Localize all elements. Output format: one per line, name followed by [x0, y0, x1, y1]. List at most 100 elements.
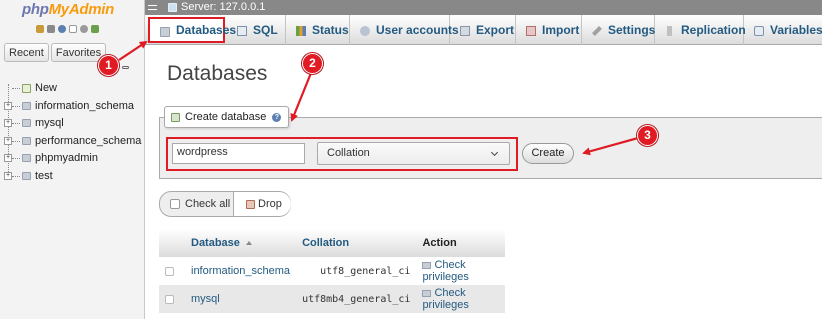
- check-privileges-link[interactable]: Check privileges: [416, 285, 505, 313]
- tree-item-label: performance_schema: [35, 134, 142, 147]
- tree-item-mysql[interactable]: + mysql: [4, 115, 141, 133]
- tab-label: SQL: [253, 23, 278, 37]
- create-button[interactable]: Create: [522, 143, 574, 164]
- create-database-legend: Create database ?: [164, 106, 290, 128]
- tree-item-label: phpmyadmin: [35, 152, 98, 164]
- annotation-badge-3: 3: [637, 125, 658, 146]
- collation-select-value: Collation: [327, 147, 370, 159]
- server-breadcrumb[interactable]: Server: 127.0.0.1: [181, 1, 265, 14]
- collation-select[interactable]: Collation: [317, 142, 510, 165]
- phpmyadmin-logo[interactable]: phpMyAdmin: [22, 1, 114, 18]
- tree-item-phpmyadmin[interactable]: + phpmyadmin: [4, 150, 141, 168]
- status-icon: [296, 26, 306, 36]
- row-checkbox[interactable]: [165, 266, 174, 276]
- logo-text-php: php: [22, 1, 49, 18]
- server-breadcrumb-bar: Server: 127.0.0.1: [145, 0, 822, 15]
- expand-icon[interactable]: +: [4, 171, 12, 180]
- drop-icon: [246, 200, 255, 209]
- tab-replication[interactable]: Replication: [655, 15, 746, 45]
- help-icon[interactable]: ?: [272, 113, 282, 122]
- legend-label: Create database: [185, 111, 267, 123]
- collation-cell: utf8_general_ci: [296, 257, 417, 285]
- expand-icon[interactable]: +: [4, 154, 12, 162]
- logout-icon[interactable]: [47, 25, 55, 33]
- nav-quick-icons: [36, 25, 99, 33]
- navigation-panel: phpMyAdmin Recent Favorites New + inform…: [0, 0, 145, 319]
- check-all-toggle[interactable]: Check all: [160, 192, 234, 216]
- users-icon: [360, 26, 370, 36]
- tree-item-label: information_schema: [35, 99, 135, 112]
- database-tree: New + information_schema + mysql + perfo…: [4, 80, 141, 185]
- import-icon: [526, 26, 536, 36]
- tab-settings[interactable]: Settings: [582, 15, 655, 45]
- tab-user-accounts[interactable]: User accounts: [350, 15, 459, 45]
- wrench-icon: [592, 26, 602, 36]
- column-header-action: Action: [416, 229, 505, 257]
- nav-tab-favorites[interactable]: Favorites: [50, 43, 107, 62]
- tab-variables[interactable]: Variables: [744, 15, 822, 45]
- logo-text-myadmin: MyAdmin: [48, 1, 115, 18]
- tab-label: Export: [476, 23, 515, 37]
- privileges-icon: [422, 289, 432, 297]
- variables-icon: [754, 26, 764, 36]
- page-title: Databases: [167, 62, 268, 85]
- link-icon[interactable]: [122, 66, 129, 69]
- tree-item-label: mysql: [35, 117, 64, 129]
- tree-item-label: test: [35, 169, 53, 182]
- tree-item-performance-schema[interactable]: + performance_schema: [4, 133, 141, 151]
- check-privileges-link[interactable]: Check privileges: [416, 257, 505, 285]
- collapse-nav-icon[interactable]: [148, 5, 157, 10]
- check-all-label: Check all: [185, 198, 231, 210]
- databases-table: Database Collation Action information_sc…: [159, 229, 505, 313]
- checkbox[interactable]: [170, 199, 180, 209]
- database-name-input[interactable]: wordpress: [172, 143, 305, 164]
- database-icon: [22, 154, 31, 162]
- reload-icon[interactable]: [91, 25, 99, 33]
- table-header-row: Database Collation Action: [159, 229, 505, 257]
- tree-item-new[interactable]: New: [4, 80, 141, 98]
- expand-icon[interactable]: +: [4, 119, 12, 127]
- arrow-2: [290, 72, 313, 122]
- drop-label: Drop: [258, 198, 282, 210]
- tab-label: Settings: [608, 23, 656, 37]
- settings-icon[interactable]: [80, 25, 88, 33]
- tab-sql[interactable]: SQL: [227, 15, 286, 45]
- home-icon[interactable]: [36, 25, 44, 33]
- table-row: mysql utf8mb4_general_ci Check privilege…: [159, 285, 505, 313]
- column-header-collation[interactable]: Collation: [296, 229, 417, 257]
- nav-tab-recent[interactable]: Recent: [4, 43, 49, 62]
- export-icon: [460, 26, 470, 36]
- tab-label: User accounts: [376, 23, 459, 37]
- help-icon[interactable]: [58, 25, 66, 33]
- expand-icon[interactable]: +: [4, 136, 12, 145]
- top-menu: Databases SQL Status User accounts Expor…: [145, 15, 822, 45]
- expand-icon[interactable]: +: [4, 101, 12, 110]
- row-checkbox[interactable]: [165, 294, 174, 304]
- database-icon: [22, 136, 31, 145]
- tab-import[interactable]: Import: [516, 15, 582, 45]
- docs-icon[interactable]: [69, 25, 77, 33]
- database-icon: [160, 27, 170, 37]
- sort-asc-icon: [245, 241, 252, 246]
- new-db-icon: [22, 84, 31, 93]
- tab-label: Import: [542, 23, 580, 37]
- sql-icon: [237, 26, 247, 36]
- tree-item-information-schema[interactable]: + information_schema: [4, 98, 141, 116]
- column-header-database[interactable]: Database: [185, 229, 297, 257]
- annotation-badge-1: 1: [98, 55, 119, 76]
- annotation-badge-2: 2: [302, 53, 323, 74]
- database-link[interactable]: mysql: [185, 285, 297, 313]
- tab-status[interactable]: Status: [286, 15, 350, 45]
- replication-icon: [667, 26, 672, 36]
- tree-item-test[interactable]: + test: [4, 168, 141, 186]
- tab-label: Variables: [770, 23, 822, 37]
- tab-export[interactable]: Export: [450, 15, 516, 45]
- table-row: information_schema utf8_general_ci Check…: [159, 257, 505, 285]
- tab-databases[interactable]: Databases: [148, 17, 236, 43]
- database-link[interactable]: information_schema: [185, 257, 297, 285]
- bulk-actions: Check all Drop: [159, 191, 291, 217]
- privileges-icon: [422, 261, 432, 269]
- tree-item-label: New: [35, 82, 58, 94]
- database-icon: [22, 171, 31, 180]
- drop-button[interactable]: Drop: [234, 192, 291, 216]
